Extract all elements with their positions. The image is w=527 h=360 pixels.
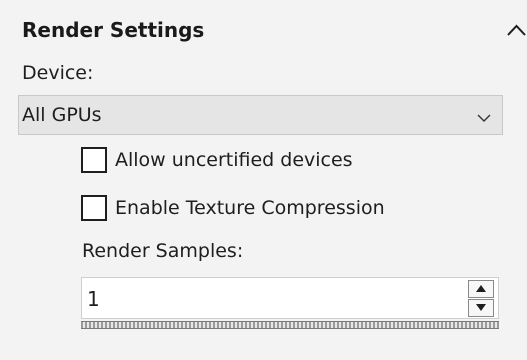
decrement-button[interactable] bbox=[468, 299, 494, 317]
up-arrow-icon bbox=[476, 285, 486, 292]
allow-uncertified-checkbox[interactable] bbox=[81, 147, 107, 173]
device-dropdown[interactable]: All GPUs bbox=[18, 95, 503, 135]
down-arrow-icon bbox=[476, 304, 486, 311]
chevron-down-icon bbox=[476, 109, 492, 122]
render-samples-input[interactable]: 1 bbox=[87, 278, 100, 320]
increment-button[interactable] bbox=[468, 280, 494, 298]
device-dropdown-value: All GPUs bbox=[22, 104, 102, 126]
allow-uncertified-label: Allow uncertified devices bbox=[115, 149, 353, 171]
render-samples-spinner[interactable]: 1 bbox=[81, 277, 499, 319]
section-title: Render Settings bbox=[22, 18, 205, 42]
render-settings-panel: Render Settings Device: All GPUs Allow u… bbox=[0, 0, 527, 360]
device-label: Device: bbox=[22, 62, 94, 84]
value-scrub-bar[interactable] bbox=[81, 321, 499, 329]
section-header[interactable]: Render Settings bbox=[0, 12, 527, 48]
texture-compression-label: Enable Texture Compression bbox=[115, 197, 385, 219]
chevron-up-icon[interactable] bbox=[506, 22, 527, 38]
render-samples-label: Render Samples: bbox=[82, 240, 244, 262]
texture-compression-checkbox[interactable] bbox=[81, 195, 107, 221]
